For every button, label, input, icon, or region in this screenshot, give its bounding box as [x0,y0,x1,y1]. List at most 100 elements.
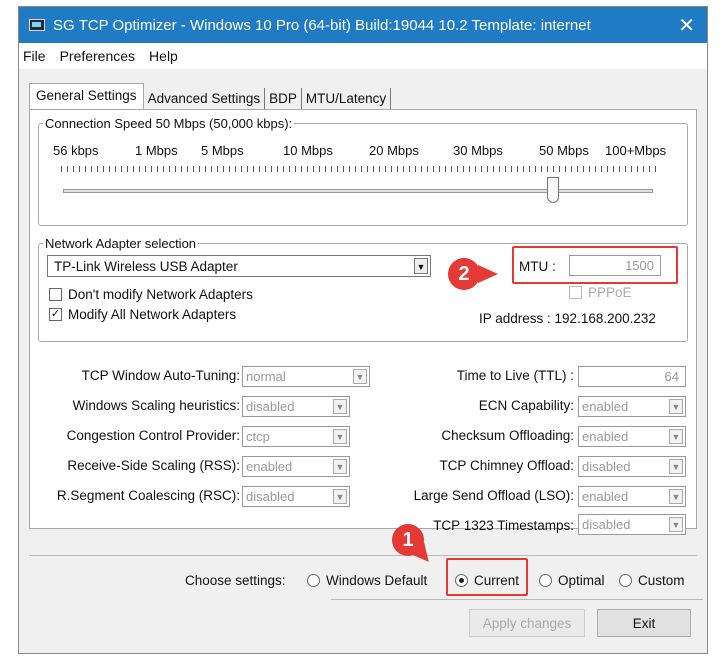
exit-button[interactable]: Exit [597,609,691,637]
radio-label: Custom [638,573,685,588]
tab-general-settings[interactable]: General Settings [29,83,144,109]
ttl-input[interactable]: 64 [578,366,686,387]
select-value: enabled [246,459,293,474]
modify-all-label: Modify All Network Adapters [68,307,237,322]
chevron-down-icon[interactable]: ▼ [669,459,683,474]
select-value: disabled [246,489,295,504]
monitor-icon [29,19,45,31]
radio-custom[interactable]: Custom [619,573,685,588]
radio-button-icon[interactable] [539,574,552,587]
select-value: normal [246,369,286,384]
tcp-window-autotuning-select[interactable]: normal ▼ [242,366,370,387]
rsc-label: R.Segment Coalescing (RSC): [56,488,240,503]
speed-label: 20 Mbps [369,143,419,158]
chevron-down-icon[interactable]: ▼ [669,489,683,504]
radio-optimal[interactable]: Optimal [539,573,605,588]
dont-modify-label: Don't modify Network Adapters [68,287,253,302]
tcp-window-autotuning-label: TCP Window Auto-Tuning: [81,368,240,383]
windows-scaling-select[interactable]: disabled ▼ [242,396,350,417]
checksum-offloading-select[interactable]: enabled ▼ [578,426,686,447]
tcp-chimney-select[interactable]: disabled ▼ [578,456,686,477]
lso-label: Large Send Offload (LSO): [413,488,574,503]
select-value: enabled [582,399,629,414]
ttl-label: Time to Live (TTL) : [456,368,574,383]
window-title: SG TCP Optimizer - Windows 10 Pro (64-bi… [53,16,591,34]
menu-help[interactable]: Help [149,48,178,64]
checkmark-icon[interactable]: ✓ [49,308,62,321]
chevron-down-icon[interactable]: ▼ [669,399,683,414]
tab-advanced-settings[interactable]: Advanced Settings [144,88,266,109]
current-highlight-box [446,558,528,596]
tcp1323-select[interactable]: disabled ▼ [578,514,686,535]
speed-label: 5 Mbps [201,143,244,158]
tab-mtu-latency[interactable]: MTU/Latency [302,88,392,109]
rss-label: Receive-Side Scaling (RSS): [67,458,240,473]
close-icon[interactable]: ✕ [678,13,695,38]
select-value: disabled [246,399,295,414]
choose-settings-label: Choose settings: [185,573,286,588]
ecn-select[interactable]: enabled ▼ [578,396,686,417]
tcp-chimney-label: TCP Chimney Offload: [439,458,574,473]
tab-strip: General Settings Advanced Settings BDP M… [29,83,392,109]
chevron-down-icon[interactable]: ▼ [333,489,347,504]
app-window: SG TCP Optimizer - Windows 10 Pro (64-bi… [18,6,708,654]
windows-scaling-label: Windows Scaling heuristics: [72,398,240,413]
radio-button-icon[interactable] [307,574,320,587]
dont-modify-checkbox[interactable]: Don't modify Network Adapters [49,287,253,302]
select-value: disabled [582,459,631,474]
rss-select[interactable]: enabled ▼ [242,456,350,477]
pppoe-label: PPPoE [588,285,632,300]
rsc-select[interactable]: disabled ▼ [242,486,350,507]
adapter-select-value: TP-Link Wireless USB Adapter [54,259,238,274]
divider [331,599,703,600]
speed-slider-track[interactable] [63,189,653,193]
speed-slider-thumb[interactable] [547,177,559,203]
select-value: enabled [582,489,629,504]
slider-ticks [61,166,661,172]
step-2-marker: 2 [448,258,480,290]
speed-label: 1 Mbps [135,143,178,158]
select-value: disabled [582,517,631,532]
tab-bdp[interactable]: BDP [265,88,302,109]
chevron-down-icon[interactable]: ▼ [669,517,683,532]
radio-windows-default[interactable]: Windows Default [307,573,427,588]
adapter-select[interactable]: TP-Link Wireless USB Adapter ▼ [47,255,431,277]
radio-button-icon[interactable] [619,574,632,587]
apply-changes-button[interactable]: Apply changes [469,609,585,637]
tcp1323-label: TCP 1323 Timestamps: [433,518,574,533]
title-bar[interactable]: SG TCP Optimizer - Windows 10 Pro (64-bi… [19,7,707,43]
modify-all-checkbox[interactable]: ✓ Modify All Network Adapters [49,307,236,322]
select-value: ctcp [246,429,270,444]
speed-label: 30 Mbps [453,143,503,158]
menu-bar: File Preferences Help [19,43,707,69]
chevron-down-icon[interactable]: ▼ [414,258,428,274]
chevron-down-icon[interactable]: ▼ [333,399,347,414]
ip-address: IP address : 192.168.200.232 [479,311,656,326]
menu-preferences[interactable]: Preferences [60,48,135,64]
congestion-control-label: Congestion Control Provider: [66,428,240,443]
checksum-offloading-label: Checksum Offloading: [441,428,574,443]
chevron-down-icon[interactable]: ▼ [353,369,367,384]
connection-speed-group: Connection Speed 50 Mbps (50,000 kbps): … [38,116,688,226]
divider [29,555,697,556]
select-value: enabled [582,429,629,444]
chevron-down-icon[interactable]: ▼ [333,429,347,444]
chevron-down-icon[interactable]: ▼ [333,459,347,474]
menu-file[interactable]: File [23,48,46,64]
speed-label: 50 Mbps [539,143,589,158]
checkbox-box[interactable] [569,286,582,299]
connection-speed-legend: Connection Speed 50 Mbps (50,000 kbps): [45,116,293,131]
radio-label: Optimal [558,573,605,588]
congestion-control-select[interactable]: ctcp ▼ [242,426,350,447]
arrow-right-icon [478,265,498,283]
speed-label: 10 Mbps [283,143,333,158]
chevron-down-icon[interactable]: ▼ [669,429,683,444]
network-adapter-legend: Network Adapter selection [45,236,197,251]
checkbox-box[interactable] [49,288,62,301]
speed-labels: 56 kbps 1 Mbps 5 Mbps 10 Mbps 20 Mbps 30… [39,143,679,161]
pppoe-checkbox[interactable]: PPPoE [569,285,632,300]
speed-label: 100+Mbps [605,143,667,158]
ecn-label: ECN Capability: [478,398,574,413]
lso-select[interactable]: enabled ▼ [578,486,686,507]
mtu-highlight-box [512,246,678,284]
